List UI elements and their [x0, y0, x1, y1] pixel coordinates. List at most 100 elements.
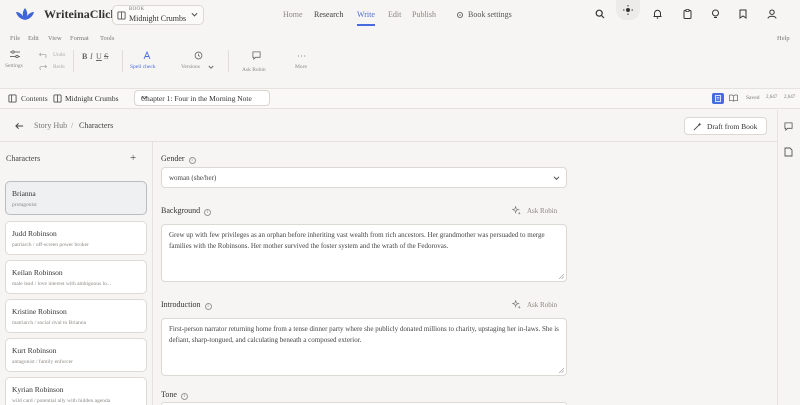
word-count: 2,647 — [766, 95, 778, 100]
character-card[interactable]: Judd Robinson patriarch / off-screen pow… — [5, 221, 147, 255]
app-brand[interactable]: WriteinaClick — [14, 6, 117, 22]
background-text: Grew up with few privileges as an orphan… — [169, 231, 545, 250]
info-icon[interactable]: i — [204, 303, 212, 310]
nav-publish[interactable]: Publish — [412, 10, 436, 19]
sun-icon — [623, 5, 633, 15]
book-icon — [53, 94, 62, 103]
theme-toggle[interactable] — [616, 0, 640, 20]
comment-icon[interactable] — [784, 122, 793, 131]
strikethrough-button[interactable]: S — [104, 52, 108, 61]
spell-check-icon — [143, 51, 151, 60]
breadcrumb-story-hub[interactable]: Story Hub — [34, 121, 67, 130]
character-role: matriarch / social rival to Brianna — [12, 320, 87, 326]
notes-icon[interactable] — [784, 147, 793, 157]
sidebar-divider — [152, 142, 153, 405]
introduction-textarea[interactable]: First-person narrator returning home fro… — [161, 318, 567, 376]
chevron-down-icon — [191, 12, 198, 18]
character-name: Judd Robinson — [12, 229, 57, 238]
toolbar-divider — [73, 50, 74, 72]
draft-from-book-button[interactable]: Draft from Book — [684, 117, 767, 135]
ask-robin-introduction-button[interactable]: Ask Robin — [512, 300, 557, 309]
bold-button[interactable]: B — [82, 52, 87, 61]
search-icon[interactable] — [595, 9, 605, 19]
back-arrow-icon[interactable] — [15, 122, 24, 130]
character-card[interactable]: Keilan Robinson male lead / love interes… — [5, 260, 147, 294]
ask-robin-background-button[interactable]: Ask Robin — [512, 206, 557, 215]
nav-write[interactable]: Write — [357, 10, 375, 26]
lightbulb-icon[interactable] — [711, 9, 720, 19]
document-view-button[interactable] — [712, 93, 724, 104]
menu-format[interactable]: Format — [70, 35, 89, 42]
add-character-button[interactable]: + — [130, 152, 136, 164]
character-name: Kurt Robinson — [12, 346, 57, 355]
document-icon — [715, 95, 721, 102]
character-role: protagonist — [12, 202, 37, 208]
character-card[interactable]: Brianna protagonist — [5, 181, 147, 215]
versions-button[interactable]: Versions — [181, 64, 200, 70]
undo-label[interactable]: Undo — [53, 52, 65, 58]
italic-button[interactable]: I — [90, 52, 93, 61]
character-name: Brianna — [12, 189, 36, 198]
character-name: Keilan Robinson — [12, 268, 63, 277]
menu-view[interactable]: View — [48, 35, 62, 42]
nav-home[interactable]: Home — [283, 10, 303, 19]
undo-icon[interactable] — [39, 52, 47, 58]
underline-button[interactable]: U — [96, 52, 102, 61]
app-name: WriteinaClick — [44, 6, 118, 21]
open-book-icon[interactable] — [729, 94, 738, 102]
history-icon — [194, 51, 203, 60]
saved-status: Saved — [746, 95, 760, 101]
resize-handle-icon[interactable] — [559, 368, 564, 373]
book-title: Midnight Crumbs — [129, 14, 187, 23]
nav-edit[interactable]: Edit — [388, 10, 401, 19]
draft-from-book-label: Draft from Book — [707, 122, 758, 131]
book-tab[interactable]: Midnight Crumbs — [53, 94, 119, 103]
contents-label: Contents — [21, 94, 48, 103]
menu-file[interactable]: File — [10, 35, 20, 42]
menu-help[interactable]: Help — [777, 35, 790, 42]
contents-button[interactable]: Contents — [8, 94, 48, 103]
bell-icon[interactable] — [653, 9, 662, 19]
bookmark-icon[interactable] — [739, 9, 747, 19]
resize-handle-icon[interactable] — [559, 274, 564, 279]
menu-tools[interactable]: Tools — [100, 35, 114, 42]
breadcrumb-bar — [0, 110, 778, 142]
book-caption: BOOK — [129, 7, 145, 12]
user-icon[interactable] — [767, 9, 777, 19]
background-label: Background i — [161, 206, 212, 216]
sparkle-icon — [512, 300, 521, 309]
redo-label[interactable]: Redo — [53, 64, 65, 70]
sparkle-icon — [512, 206, 521, 215]
spell-check-button[interactable]: Spell check — [130, 64, 156, 70]
gear-icon — [456, 11, 464, 19]
chat-bubble-icon — [252, 51, 261, 60]
ask-robin-label: Ask Robin — [527, 300, 558, 309]
menu-edit[interactable]: Edit — [28, 35, 39, 42]
nav-book-settings[interactable]: Book settings — [456, 10, 512, 19]
more-dots-icon: ··· — [297, 52, 307, 61]
character-card[interactable]: Kurt Robinson antagonist / family enforc… — [5, 338, 147, 372]
character-card[interactable]: Kyrian Robinson wild card / potential al… — [5, 377, 147, 405]
info-icon[interactable]: i — [188, 157, 196, 164]
gender-select[interactable]: woman (she/her) — [161, 167, 567, 188]
panel-icon — [8, 94, 17, 103]
info-icon[interactable]: i — [204, 209, 212, 216]
toolbar-divider — [228, 50, 229, 72]
more-button[interactable]: More — [295, 64, 307, 70]
chevron-down-icon — [553, 176, 560, 181]
character-role: wild card / potential ally with hidden a… — [12, 398, 111, 404]
nav-research[interactable]: Research — [314, 10, 343, 19]
background-textarea[interactable]: Grew up with few privileges as an orphan… — [161, 224, 567, 282]
info-icon[interactable]: i — [180, 393, 188, 400]
tone-label: Tone i — [161, 390, 188, 400]
redo-icon[interactable] — [39, 64, 47, 70]
character-role: antagonist / family enforcer — [12, 359, 73, 365]
ask-robin-button[interactable]: Ask Robin — [242, 67, 266, 73]
clipboard-icon[interactable] — [683, 9, 692, 19]
character-name: Kristine Robinson — [12, 307, 67, 316]
chevron-down-icon — [208, 65, 214, 70]
breadcrumb-separator: / — [71, 121, 74, 130]
book-selector[interactable]: BOOK Midnight Crumbs — [112, 5, 204, 25]
chapter-selector[interactable]: Chapter 1: Four in the Morning Note — [134, 90, 270, 106]
character-card[interactable]: Kristine Robinson matriarch / social riv… — [5, 299, 147, 333]
